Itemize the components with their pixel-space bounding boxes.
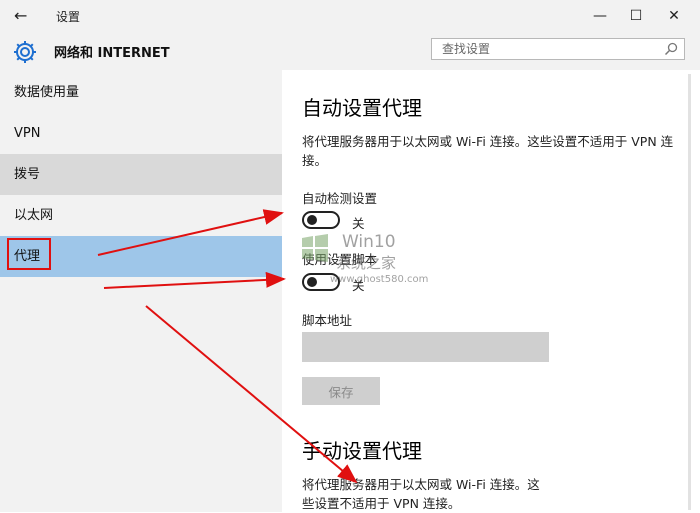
arrow-left-icon[interactable]: ← [14, 6, 34, 26]
sidebar-item-dialup[interactable]: 拨号 [0, 154, 282, 195]
script-address-label: 脚本地址 [302, 313, 353, 328]
watermark-line1: Win10 [342, 232, 396, 252]
sidebar: 数据使用量 VPN 拨号 以太网 代理 [0, 70, 282, 512]
auto-proxy-description: 将代理服务器用于以太网或 Wi-Fi 连接。这些设置不适用于 VPN 连接。 [302, 134, 674, 168]
sidebar-item-data-usage[interactable]: 数据使用量 [0, 72, 282, 113]
manual-proxy-description: 将代理服务器用于以太网或 Wi-Fi 连接。这些设置不适用于 VPN 连接。 [302, 477, 540, 511]
sidebar-item-ethernet[interactable]: 以太网 [0, 195, 282, 236]
watermark-line2: 系统之家 [336, 254, 397, 272]
manual-proxy-heading: 手动设置代理 [302, 439, 422, 463]
search-input[interactable] [432, 39, 662, 59]
save-button[interactable]: 保存 [302, 377, 380, 405]
search-box[interactable] [431, 38, 685, 60]
windows-logo-icon [302, 234, 328, 262]
gear-icon [14, 41, 36, 63]
watermark: Win10 系统之家 www.ghost580.com [300, 228, 428, 290]
window-title: 设置 [56, 10, 81, 24]
auto-detect-label: 自动检测设置 [302, 191, 378, 206]
watermark-url: www.ghost580.com [330, 274, 429, 285]
annotation-highlight-box [7, 238, 51, 270]
title-bar: ← 设置 — ☐ ✕ [0, 0, 700, 32]
script-address-input[interactable] [302, 332, 549, 362]
toggle-knob [307, 215, 317, 225]
page-header: 网络和 INTERNET [0, 32, 700, 70]
search-icon[interactable] [664, 42, 678, 56]
sidebar-item-vpn[interactable]: VPN [0, 113, 282, 154]
auto-proxy-heading: 自动设置代理 [302, 96, 422, 120]
section-title: 网络和 INTERNET [54, 46, 170, 61]
close-button[interactable]: ✕ [652, 0, 696, 32]
main-content: 自动设置代理 将代理服务器用于以太网或 Wi-Fi 连接。这些设置不适用于 VP… [282, 70, 700, 512]
auto-detect-toggle[interactable] [302, 211, 340, 229]
